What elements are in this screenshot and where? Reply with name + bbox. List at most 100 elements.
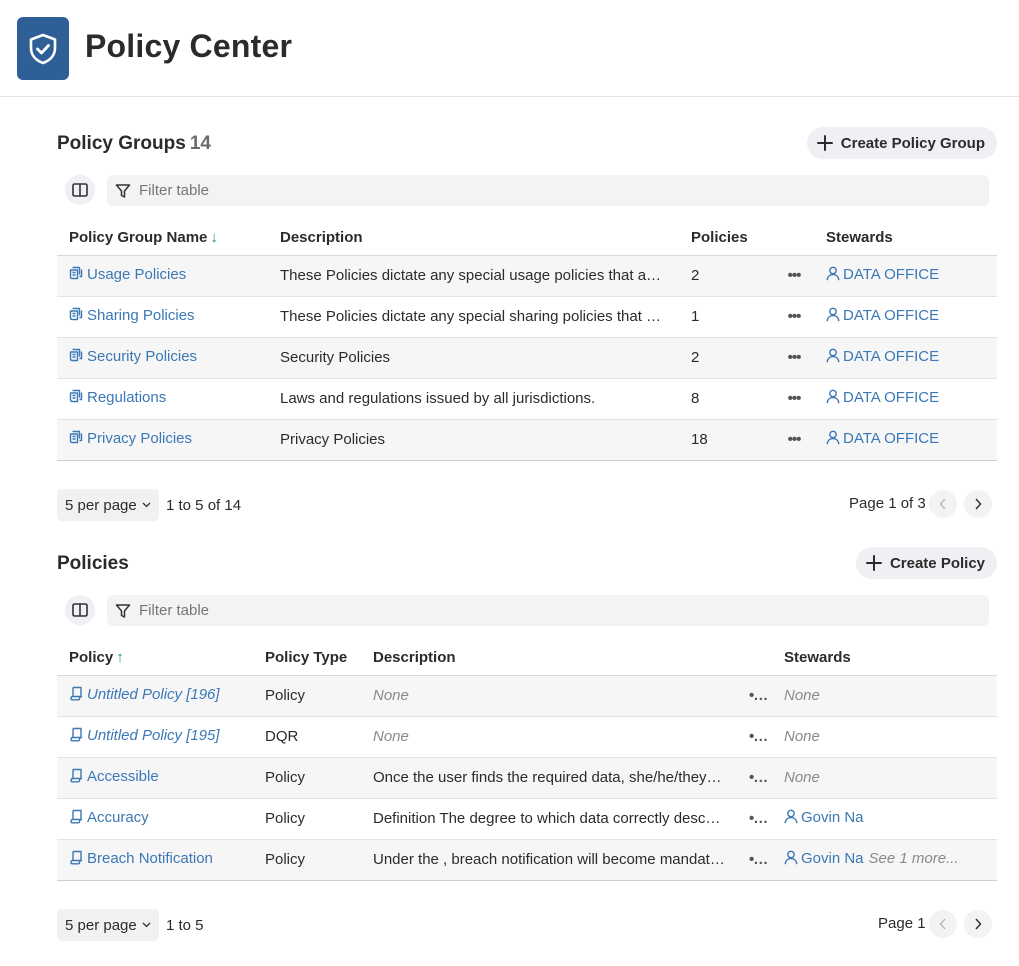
column-header-description[interactable]: Description <box>268 221 679 256</box>
table-row[interactable]: Breach Notification Policy Under the , bre… <box>57 839 997 881</box>
column-header-description[interactable]: Description <box>361 641 737 676</box>
group-name-cell[interactable]: Privacy Policies <box>57 419 268 461</box>
table-row[interactable]: Security Policies Security Policies 2 ••• DA… <box>57 337 997 379</box>
more-options-icon[interactable]: ••• <box>737 798 772 840</box>
page-label: Page 1 <box>878 915 926 932</box>
more-options-icon[interactable]: ••• <box>774 378 814 420</box>
columns-icon[interactable] <box>65 175 95 205</box>
policy-name-link[interactable]: Untitled Policy [196] <box>87 686 220 703</box>
steward-link[interactable]: DATA OFFICE <box>843 266 939 283</box>
policy-name-link[interactable]: Accessible <box>87 768 159 785</box>
steward-link[interactable]: Govin Na <box>801 850 864 867</box>
columns-icon[interactable] <box>65 595 95 625</box>
steward-link[interactable]: DATA OFFICE <box>843 307 939 324</box>
group-policies-count: 1 <box>679 296 774 338</box>
group-name-link[interactable]: Privacy Policies <box>87 430 192 447</box>
per-page-select[interactable]: 5 per page <box>57 489 159 521</box>
per-page-select[interactable]: 5 per page <box>57 909 159 941</box>
policy-group-icon <box>69 266 83 285</box>
plus-icon <box>865 555 882 571</box>
policy-type-cell: Policy <box>253 839 361 881</box>
table-row[interactable]: Usage Policies These Policies dictate any… <box>57 255 997 297</box>
next-page-button[interactable] <box>964 910 992 938</box>
page-label: Page 1 of 3 <box>849 495 926 512</box>
table-row[interactable]: Privacy Policies Privacy Policies 18 ••• DAT… <box>57 419 997 461</box>
groups-filter-input[interactable] <box>139 182 939 199</box>
chevron-down-icon <box>142 922 151 928</box>
column-header-policy[interactable]: Policy ↑ <box>57 641 253 676</box>
policy-name-cell[interactable]: Untitled Policy [196] <box>57 675 253 717</box>
table-row[interactable]: Untitled Policy [196] Policy None ••• None <box>57 675 997 717</box>
group-name-cell[interactable]: Security Policies <box>57 337 268 379</box>
column-header-stewards[interactable]: Stewards <box>772 641 997 676</box>
more-options-icon[interactable]: ••• <box>774 296 814 338</box>
more-options-icon[interactable]: ••• <box>774 419 814 461</box>
policy-description-cell: None <box>361 675 737 717</box>
policies-filter-input[interactable] <box>139 602 939 619</box>
group-name-cell[interactable]: Sharing Policies <box>57 296 268 338</box>
steward-link[interactable]: DATA OFFICE <box>843 348 939 365</box>
prev-page-button[interactable] <box>929 490 957 518</box>
group-name-cell[interactable]: Regulations <box>57 378 268 420</box>
policy-group-icon <box>69 348 83 367</box>
policy-name-cell[interactable]: Breach Notification <box>57 839 253 881</box>
policy-name-link[interactable]: Untitled Policy [195] <box>87 727 220 744</box>
page-title: Policy Center <box>85 28 293 64</box>
table-row[interactable]: Untitled Policy [195] DQR None ••• None <box>57 716 997 758</box>
more-options-icon[interactable]: ••• <box>774 337 814 379</box>
sort-down-icon[interactable]: ↓ <box>210 229 218 246</box>
column-header-actions <box>737 641 772 676</box>
policy-description-cell: None <box>361 716 737 758</box>
group-name-cell[interactable]: Usage Policies <box>57 255 268 297</box>
policy-group-icon <box>69 307 83 326</box>
more-options-icon[interactable]: ••• <box>737 675 772 717</box>
group-policies-count: 8 <box>679 378 774 420</box>
prev-page-button[interactable] <box>929 910 957 938</box>
column-header-name[interactable]: Policy Group Name ↓ <box>57 221 268 256</box>
policies-filter <box>107 595 989 626</box>
create-policy-group-button[interactable]: Create Policy Group <box>806 127 997 159</box>
more-options-icon[interactable]: ••• <box>737 716 772 758</box>
group-name-link[interactable]: Regulations <box>87 389 166 406</box>
group-name-link[interactable]: Usage Policies <box>87 266 186 283</box>
policy-name-cell[interactable]: Accuracy <box>57 798 253 840</box>
table-row[interactable]: Accessible Policy Once the user finds the … <box>57 757 997 799</box>
policy-groups-title: Policy Groups <box>57 133 186 154</box>
group-policies-count: 2 <box>679 255 774 297</box>
table-row[interactable]: Regulations Laws and regulations issued b… <box>57 378 997 420</box>
policy-description-cell: Once the user finds the required data, s… <box>361 757 737 799</box>
group-name-link[interactable]: Sharing Policies <box>87 307 195 324</box>
person-icon <box>826 389 840 408</box>
column-header-stewards[interactable]: Stewards <box>814 221 997 256</box>
table-row[interactable]: Sharing Policies These Policies dictate a… <box>57 296 997 338</box>
more-options-icon[interactable]: ••• <box>774 255 814 297</box>
steward-link[interactable]: DATA OFFICE <box>843 389 939 406</box>
create-policy-group-label: Create Policy Group <box>840 134 985 152</box>
column-header-policy-type[interactable]: Policy Type <box>253 641 361 676</box>
policy-name-link[interactable]: Accuracy <box>87 809 149 826</box>
range-label: 1 to 5 of 14 <box>166 497 242 514</box>
policies-toolbar <box>65 595 989 626</box>
policy-name-cell[interactable]: Accessible <box>57 757 253 799</box>
more-options-icon[interactable]: ••• <box>737 839 772 881</box>
groups-pagination: 5 per page 1 to 5 of 14 Page 1 of 3 <box>57 489 997 521</box>
column-header-policies[interactable]: Policies <box>679 221 774 256</box>
chevron-right-icon <box>975 918 982 930</box>
policy-name-cell[interactable]: Untitled Policy [195] <box>57 716 253 758</box>
table-row[interactable]: Accuracy Policy Definition The degree to w… <box>57 798 997 840</box>
steward-link[interactable]: Govin Na <box>801 809 864 826</box>
more-options-icon[interactable]: ••• <box>737 757 772 799</box>
steward-link[interactable]: DATA OFFICE <box>843 430 939 447</box>
policy-name-link[interactable]: Breach Notification <box>87 850 213 867</box>
group-name-link[interactable]: Security Policies <box>87 348 197 365</box>
policy-groups-count: 14 <box>189 133 211 154</box>
policy-group-icon <box>69 389 83 408</box>
create-policy-button[interactable]: Create Policy <box>855 547 997 579</box>
policies-section: Policies Create Policy Policy↑ Policy Ty… <box>57 547 997 947</box>
policy-type-cell: Policy <box>253 798 361 840</box>
next-page-button[interactable] <box>964 490 992 518</box>
policy-description-cell: Under the , breach notification will bec… <box>361 839 737 881</box>
see-more-link[interactable]: See 1 more... <box>869 850 959 867</box>
sort-up-icon[interactable]: ↑ <box>116 649 124 666</box>
person-icon <box>826 266 840 285</box>
